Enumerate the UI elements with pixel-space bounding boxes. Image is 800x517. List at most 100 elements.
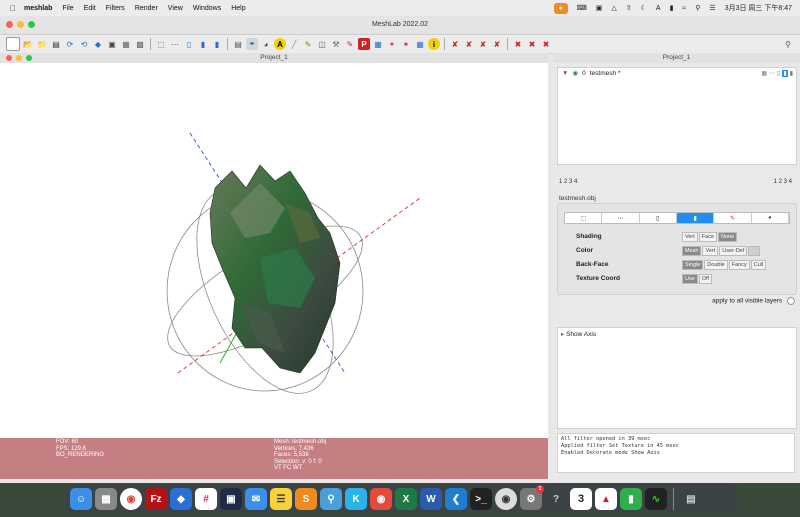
menu-render[interactable]: Render	[135, 5, 158, 12]
keyboard-icon[interactable]: ⌨	[577, 4, 587, 12]
input-source[interactable]: A	[656, 5, 661, 12]
search-icon[interactable]: ⚲	[782, 38, 794, 50]
delete-faces-icon[interactable]: ✖	[526, 38, 538, 50]
georef-icon[interactable]: ✶	[400, 38, 412, 50]
acrobat-icon[interactable]: ▲	[595, 488, 617, 510]
select-region-icon[interactable]: ✘	[449, 38, 461, 50]
reload-icon[interactable]: ⟳	[64, 38, 76, 50]
bbox-icon[interactable]: ⬚	[155, 38, 167, 50]
tab-wire[interactable]: ▯	[640, 213, 677, 223]
flat-shading-icon[interactable]: ▮	[197, 38, 209, 50]
smooth-shading-icon[interactable]: ▮	[211, 38, 223, 50]
word-icon[interactable]: W	[420, 488, 442, 510]
wifi-icon[interactable]: ≈	[682, 5, 686, 12]
dnd-icon[interactable]: ☾	[641, 4, 647, 12]
zoom-icon[interactable]: ▣	[220, 488, 242, 510]
texcoord-off-button[interactable]: Off	[698, 274, 713, 284]
points-icon[interactable]: ⋯	[169, 38, 181, 50]
trash-icon[interactable]: ▤	[680, 488, 702, 510]
layers-icon[interactable]: ▩	[134, 38, 146, 50]
tab-texture[interactable]: ◕	[752, 213, 789, 223]
clock[interactable]: 3月3日 周三 下午8:47	[725, 3, 792, 13]
delete-vertices-icon[interactable]: ✖	[512, 38, 524, 50]
select-faces-icon[interactable]: ◫	[316, 38, 328, 50]
minimize-button[interactable]	[17, 21, 24, 28]
calendar-icon[interactable]: 3	[570, 488, 592, 510]
menu-help[interactable]: Help	[231, 5, 245, 12]
pdf-icon[interactable]: ◉	[370, 488, 392, 510]
menu-app-meshlab[interactable]: meshlab	[24, 5, 52, 12]
move-selection-icon[interactable]: ✘	[477, 38, 489, 50]
wireframe-icon[interactable]: ▯	[183, 38, 195, 50]
decorator-item[interactable]: ▸ Show Axis	[558, 328, 796, 340]
filezilla-icon[interactable]: Fz	[145, 488, 167, 510]
log-window[interactable]: All filter opened in 39 msec Applied fil…	[557, 433, 795, 473]
measure-icon[interactable]: ╱	[288, 38, 300, 50]
select-connected-icon[interactable]: ✘	[463, 38, 475, 50]
finder-icon[interactable]: ☺	[70, 488, 92, 510]
pick-icon[interactable]: ✎	[344, 38, 356, 50]
tab-edit[interactable]: ✎	[714, 213, 752, 223]
minimize-button[interactable]	[16, 55, 22, 61]
shading-face-button[interactable]: Face	[698, 232, 718, 242]
slack-icon[interactable]: #	[195, 488, 217, 510]
3d-viewport[interactable]	[0, 63, 548, 438]
backface-fancy-button[interactable]: Fancy	[728, 260, 750, 270]
decorate-icon[interactable]: ▤	[232, 38, 244, 50]
color-swatch[interactable]	[748, 246, 761, 256]
numbers-icon[interactable]: ▮	[620, 488, 642, 510]
save-icon[interactable]: ▤	[50, 38, 62, 50]
export-mesh-icon[interactable]: ◆	[92, 38, 104, 50]
apple-icon[interactable]: 	[10, 4, 16, 13]
tab-numbers-right[interactable]: 1 2 3 4	[774, 179, 792, 185]
close-button[interactable]	[6, 55, 12, 61]
zoom-button[interactable]	[28, 21, 35, 28]
show-axis-icon[interactable]: ⌖	[246, 38, 258, 50]
wire-icon[interactable]: ▯	[777, 70, 780, 77]
upload-icon[interactable]: ⇧	[626, 4, 632, 12]
tab-numbers-left[interactable]: 1 2 3 4	[559, 179, 577, 185]
align-icon[interactable]: ⚒	[330, 38, 342, 50]
control-center-icon[interactable]: ☰	[709, 4, 715, 12]
points-icon[interactable]: ⋯	[769, 70, 775, 77]
menu-filters[interactable]: Filters	[106, 5, 125, 12]
help-icon[interactable]: ?	[545, 488, 567, 510]
snapshot-icon[interactable]: ▣	[106, 38, 118, 50]
tab-fill[interactable]: ▮	[676, 213, 715, 223]
grid-icon[interactable]: ▦	[761, 70, 767, 77]
points-pick-icon[interactable]: P	[358, 38, 370, 50]
layer-row[interactable]: ▼ ◉ 0 testmesh * ▦ ⋯ ▯ ▮ ▮	[558, 68, 796, 78]
quality-icon[interactable]: ◕	[260, 38, 272, 50]
excel-icon[interactable]: X	[395, 488, 417, 510]
info-icon[interactable]: i	[428, 38, 440, 50]
settings-icon[interactable]: ⚙ 1	[520, 485, 544, 510]
mesh-scene[interactable]	[0, 63, 548, 438]
fill-icon[interactable]: ▮	[782, 69, 788, 77]
window-titlebar[interactable]: MeshLab 2022.02	[0, 16, 800, 35]
texture-icon[interactable]: ▮	[790, 70, 793, 77]
chevron-down-icon[interactable]: ▼	[562, 70, 568, 77]
menu-view[interactable]: View	[168, 5, 183, 12]
layer-list[interactable]: ▼ ◉ 0 testmesh * ▦ ⋯ ▯ ▮ ▮	[557, 67, 797, 165]
search-icon[interactable]: ⚲	[695, 4, 700, 12]
recording-icon[interactable]: ●	[553, 2, 568, 14]
backface-double-button[interactable]: Double	[704, 260, 728, 270]
new-project-icon[interactable]	[6, 37, 20, 51]
security-icon[interactable]: ◆	[170, 488, 192, 510]
kode-icon[interactable]: K	[345, 488, 367, 510]
search-icon[interactable]: ⚲	[320, 488, 342, 510]
sublime-icon[interactable]: S	[295, 488, 317, 510]
annotation-icon[interactable]: A	[274, 38, 286, 50]
raster-icon[interactable]: ▦	[120, 38, 132, 50]
slice-icon[interactable]: ▦	[414, 38, 426, 50]
mail-icon[interactable]: ✉	[245, 488, 267, 510]
terminal-icon[interactable]: >_	[470, 488, 492, 510]
activity-icon[interactable]: ∿	[645, 488, 667, 510]
apply-all-checkbox[interactable]	[787, 297, 795, 305]
chevron-right-icon[interactable]: ▸	[561, 331, 564, 338]
eye-icon[interactable]: ◉	[572, 69, 578, 77]
delete-all-icon[interactable]: ✖	[540, 38, 552, 50]
color-vert-button[interactable]: Vert	[702, 246, 719, 256]
shading-none-button[interactable]: None	[718, 232, 738, 242]
backface-cull-button[interactable]: Cull	[750, 260, 767, 270]
